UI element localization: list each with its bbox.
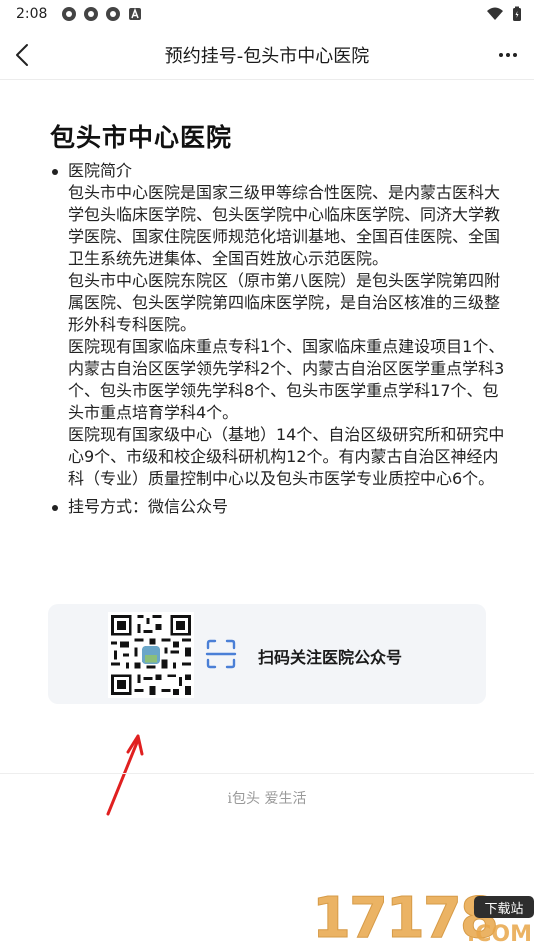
register-method: 挂号方式：微信公众号 xyxy=(68,497,229,516)
intro-heading: 医院简介 xyxy=(68,161,133,180)
scan-label: 扫码关注医院公众号 xyxy=(258,648,403,667)
app-notification-icon xyxy=(84,7,99,21)
page-title: 预约挂号-包头市中心医院 xyxy=(164,45,370,67)
nav-bar: 预约挂号-包头市中心医院 xyxy=(0,30,534,80)
more-dot-icon xyxy=(513,53,517,57)
qr-card[interactable]: 扫码关注医院公众号 xyxy=(48,604,486,704)
watermark-badge: 下载站 xyxy=(474,896,534,918)
back-arrow-icon[interactable] xyxy=(10,41,38,69)
intro-paragraph: 医院现有国家级中心（基地）14个、自治区级研究所和研究中心9个、市级和校企级科研… xyxy=(68,425,505,488)
a-notification-icon xyxy=(129,7,142,20)
wifi-icon xyxy=(487,7,503,20)
intro-paragraph: 医院现有国家临床重点专科1个、国家临床重点建设项目1个、内蒙古自治区医学领先学科… xyxy=(68,337,505,422)
hospital-name: 包头市中心医院 xyxy=(50,123,233,152)
footer-slogan: i包头 爱生活 xyxy=(227,791,307,807)
site-watermark: 17178 下载站 .COM xyxy=(308,886,534,950)
bullet-icon xyxy=(52,505,58,511)
intro-paragraph: 包头市中心医院是国家三级甲等综合性医院、是内蒙古医科大学包头临床医学院、包头医学… xyxy=(68,183,501,268)
intro-section: 医院简介 包头市中心医院是国家三级甲等综合性医院、是内蒙古医科大学包头临床医学院… xyxy=(50,160,510,490)
app-notification-icon xyxy=(106,7,121,21)
more-options-button[interactable] xyxy=(496,43,520,67)
status-bar: 2:08 xyxy=(0,0,534,28)
more-dot-icon xyxy=(499,53,503,57)
hospital-info: 包头市中心医院 医院简介 包头市中心医院是国家三级甲等综合性医院、是内蒙古医科大… xyxy=(50,118,510,518)
qr-code-image xyxy=(108,612,194,698)
app-notification-icon xyxy=(62,7,77,21)
intro-paragraph: 包头市中心医院东院区（原市第八医院）是包头医学院第四附属医院、包头医学院第四临床… xyxy=(68,271,501,334)
footer-divider xyxy=(0,773,534,774)
watermark-suffix: .COM xyxy=(466,922,532,947)
notification-icons xyxy=(61,6,143,22)
register-section: 挂号方式：微信公众号 xyxy=(50,496,510,518)
scan-icon xyxy=(205,639,237,669)
bullet-icon xyxy=(52,169,58,175)
battery-icon xyxy=(513,6,521,21)
status-time: 2:08 xyxy=(16,6,48,22)
system-status-icons xyxy=(486,6,522,22)
more-dot-icon xyxy=(506,53,510,57)
